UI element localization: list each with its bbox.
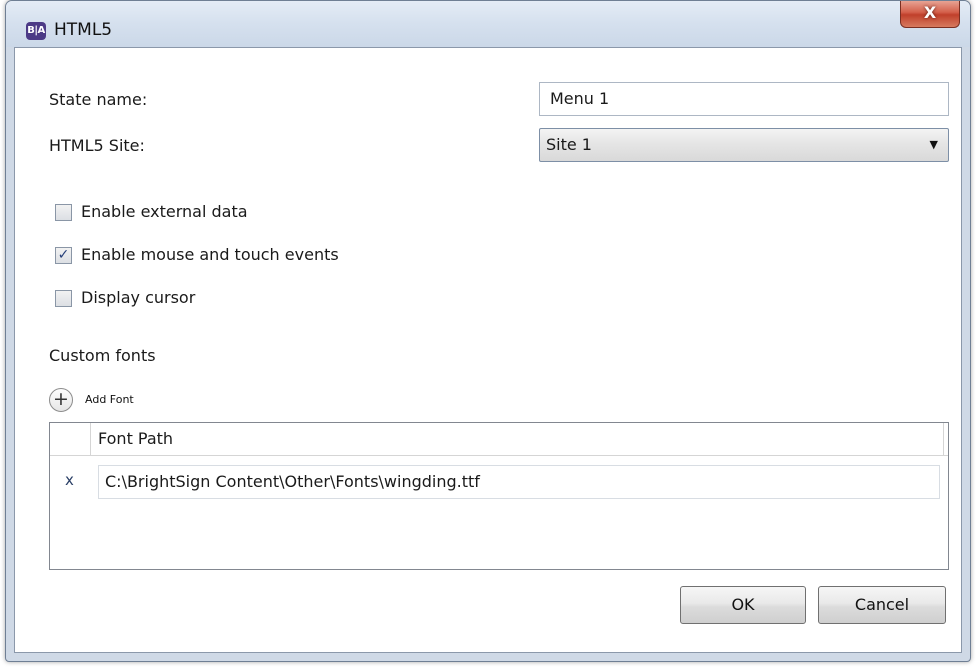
header-blank-cell <box>50 423 91 455</box>
plus-circle-icon: + <box>49 388 73 412</box>
html5-site-label: HTML5 Site: <box>49 136 145 155</box>
chevron-down-icon: ▼ <box>929 138 938 151</box>
ok-button[interactable]: OK <box>680 586 806 624</box>
html5-dialog: B|A HTML5 X State name: Menu 1 HTML5 Sit… <box>5 0 971 662</box>
font-path-column-header[interactable]: Font Path <box>98 429 173 448</box>
html5-site-selected-value: Site 1 <box>546 135 592 154</box>
dialog-title: HTML5 <box>54 20 113 40</box>
title-bar[interactable]: B|A HTML5 X <box>6 1 970 47</box>
enable-external-data-checkbox[interactable] <box>55 204 72 221</box>
state-name-label: State name: <box>49 90 148 109</box>
header-column-divider <box>943 423 944 455</box>
enable-mouse-touch-label: Enable mouse and touch events <box>81 245 339 264</box>
add-font-label: Add Font <box>85 393 134 406</box>
enable-mouse-touch-checkbox[interactable]: ✓ <box>55 247 72 264</box>
close-button[interactable]: X <box>900 1 960 28</box>
custom-fonts-heading: Custom fonts <box>49 346 156 365</box>
cancel-button[interactable]: Cancel <box>818 586 946 624</box>
close-icon: X <box>923 3 937 22</box>
app-logo-icon: B|A <box>26 22 46 40</box>
font-path-field[interactable]: C:\BrightSign Content\Other\Fonts\wingdi… <box>98 465 940 499</box>
display-cursor-checkbox[interactable] <box>55 290 72 307</box>
dialog-body: State name: Menu 1 HTML5 Site: Site 1 ▼ … <box>14 47 962 653</box>
checkmark-icon: ✓ <box>57 247 70 263</box>
custom-fonts-table: Font Path x C:\BrightSign Content\Other\… <box>49 422 949 570</box>
table-header: Font Path <box>50 423 948 456</box>
remove-font-button[interactable]: x <box>65 471 74 489</box>
display-cursor-label: Display cursor <box>81 288 196 307</box>
state-name-input[interactable]: Menu 1 <box>539 82 949 116</box>
table-row: x C:\BrightSign Content\Other\Fonts\wing… <box>50 465 948 499</box>
html5-site-select[interactable]: Site 1 ▼ <box>539 128 949 162</box>
enable-external-data-label: Enable external data <box>81 202 248 221</box>
